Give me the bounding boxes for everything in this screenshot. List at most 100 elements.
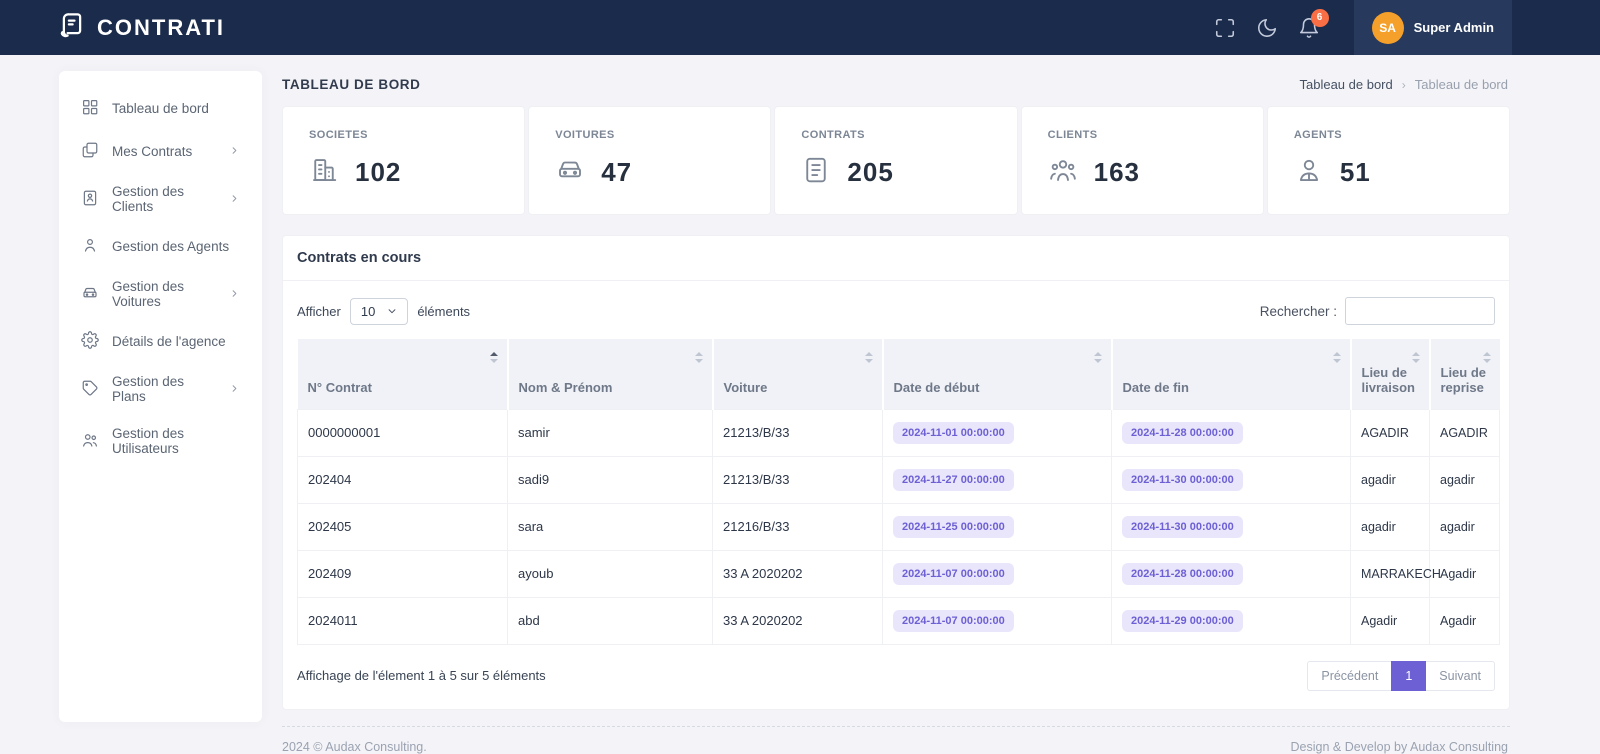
dark-mode-button[interactable] (1256, 17, 1278, 39)
building-icon (309, 155, 339, 190)
cell-car: 33 A 2020202 (713, 550, 883, 597)
pagination-next-button[interactable]: Suivant (1426, 661, 1495, 691)
fullscreen-button[interactable] (1214, 17, 1236, 39)
date-badge: 2024-11-28 00:00:00 (1122, 422, 1243, 444)
sidebar-item-details-de-l-agence[interactable]: Détails de l'agence (59, 320, 262, 363)
sidebar-item-label: Tableau de bord (112, 101, 209, 116)
sort-icon (1412, 352, 1420, 363)
page-title: TABLEAU DE BORD (282, 77, 421, 92)
file-text-icon (801, 155, 831, 190)
notifications-button[interactable]: 6 (1298, 17, 1320, 39)
date-badge: 2024-11-07 00:00:00 (893, 563, 1014, 585)
cell-contract-num: 202404 (298, 456, 508, 503)
fullscreen-icon (1214, 26, 1236, 43)
column-header-lieu-livraison[interactable]: Lieu de livraison (1351, 339, 1430, 409)
top-navbar: CONTRATI 6 SA Super Admin (0, 0, 1600, 55)
elements-label: éléments (417, 304, 470, 319)
id-card-icon (81, 189, 99, 210)
cell-car: 21213/B/33 (713, 456, 883, 503)
sidebar-item-mes-contrats[interactable]: Mes Contrats (59, 130, 262, 173)
sidebar-item-gestion-des-plans[interactable]: Gestion des Plans (59, 363, 262, 415)
cell-start-date: 2024-11-27 00:00:00 (883, 456, 1112, 503)
stat-card-agents: AGENTS 51 (1267, 106, 1510, 215)
cell-contract-num: 0000000001 (298, 409, 508, 456)
column-header-lieu-reprise[interactable]: Lieu de reprise (1430, 339, 1500, 409)
gear-icon (81, 331, 99, 352)
brand-logo[interactable]: CONTRATI (57, 10, 225, 45)
user-name: Super Admin (1414, 20, 1494, 35)
stat-label: VOITURES (555, 129, 744, 141)
cell-start-date: 2024-11-01 00:00:00 (883, 409, 1112, 456)
cell-car: 33 A 2020202 (713, 597, 883, 644)
person-icon (81, 236, 99, 257)
documents-icon (81, 141, 99, 162)
sidebar-item-gestion-des-agents[interactable]: Gestion des Agents (59, 225, 262, 268)
cell-delivery-place: agadir (1351, 456, 1430, 503)
stat-value: 47 (601, 157, 632, 188)
cell-end-date: 2024-11-30 00:00:00 (1112, 456, 1351, 503)
sort-icon (1483, 352, 1491, 363)
date-badge: 2024-11-29 00:00:00 (1122, 610, 1243, 632)
cell-delivery-place: agadir (1351, 503, 1430, 550)
person-icon (1294, 155, 1324, 190)
tag-icon (81, 379, 99, 400)
grid-icon (81, 98, 99, 119)
stat-card-clients: CLIENTS 163 (1021, 106, 1264, 215)
breadcrumb-parent[interactable]: Tableau de bord (1300, 77, 1393, 92)
stats-row: SOCIETES 102 VOITURES 47 CONTRATS 205 (282, 106, 1510, 215)
cell-contract-num: 202409 (298, 550, 508, 597)
cell-name: sadi9 (508, 456, 713, 503)
stat-label: CLIENTS (1048, 129, 1237, 141)
breadcrumb-current: Tableau de bord (1415, 77, 1508, 92)
stat-label: SOCIETES (309, 129, 498, 141)
sidebar-item-gestion-des-voitures[interactable]: Gestion des Voitures (59, 268, 262, 320)
cell-name: sara (508, 503, 713, 550)
column-header-num-contrat[interactable]: N° Contrat (298, 339, 508, 409)
sort-icon (1094, 352, 1102, 363)
sidebar-item-label: Détails de l'agence (112, 334, 226, 349)
sidebar-item-gestion-des-clients[interactable]: Gestion des Clients (59, 173, 262, 225)
column-header-date-debut[interactable]: Date de début (883, 339, 1112, 409)
contract-document-icon (57, 10, 87, 45)
cell-name: abd (508, 597, 713, 644)
group-icon (1048, 155, 1078, 190)
contracts-card: Contrats en cours Afficher 10 éléments R… (282, 235, 1510, 710)
column-header-nom-prenom[interactable]: Nom & Prénom (508, 339, 713, 409)
show-label: Afficher (297, 304, 341, 319)
cell-return-place: AGADIR (1430, 409, 1500, 456)
stat-value: 102 (355, 157, 401, 188)
cell-delivery-place: AGADIR (1351, 409, 1430, 456)
stat-label: CONTRATS (801, 129, 990, 141)
search-input[interactable] (1345, 297, 1495, 325)
pagination-prev-button[interactable]: Précédent (1307, 661, 1391, 691)
pagination-page-1-button[interactable]: 1 (1391, 661, 1426, 691)
user-menu[interactable]: SA Super Admin (1354, 0, 1512, 55)
sidebar-item-label: Gestion des Voitures (112, 279, 216, 309)
column-header-voiture[interactable]: Voiture (713, 339, 883, 409)
stat-card-contrats: CONTRATS 205 (774, 106, 1017, 215)
sidebar: Tableau de bord Mes Contrats Gestion des… (59, 71, 262, 722)
search-control: Rechercher : (1260, 297, 1495, 325)
cell-start-date: 2024-11-25 00:00:00 (883, 503, 1112, 550)
column-header-date-fin[interactable]: Date de fin (1112, 339, 1351, 409)
page-size-select[interactable]: 10 (350, 298, 408, 325)
table-row: 202405 sara 21216/B/33 2024-11-25 00:00:… (298, 503, 1500, 550)
cell-contract-num: 202405 (298, 503, 508, 550)
search-label: Rechercher : (1260, 304, 1337, 319)
sidebar-item-tableau-de-bord[interactable]: Tableau de bord (59, 87, 262, 130)
chevron-down-icon (387, 304, 397, 319)
date-badge: 2024-11-25 00:00:00 (893, 516, 1014, 538)
cell-return-place: Agadir (1430, 597, 1500, 644)
chevron-right-icon: › (1402, 78, 1406, 92)
page-size-value: 10 (361, 304, 375, 319)
sort-icon (865, 352, 873, 363)
stat-label: AGENTS (1294, 129, 1483, 141)
stat-card-societes: SOCIETES 102 (282, 106, 525, 215)
chevron-right-icon (229, 144, 240, 159)
cell-end-date: 2024-11-30 00:00:00 (1112, 503, 1351, 550)
car-icon (81, 284, 99, 305)
chevron-right-icon (229, 192, 240, 207)
date-badge: 2024-11-27 00:00:00 (893, 469, 1014, 491)
contracts-table: N° Contrat Nom & Prénom Voiture Date de … (297, 339, 1500, 645)
sidebar-item-gestion-des-utilisateurs[interactable]: Gestion des Utilisateurs (59, 415, 262, 467)
